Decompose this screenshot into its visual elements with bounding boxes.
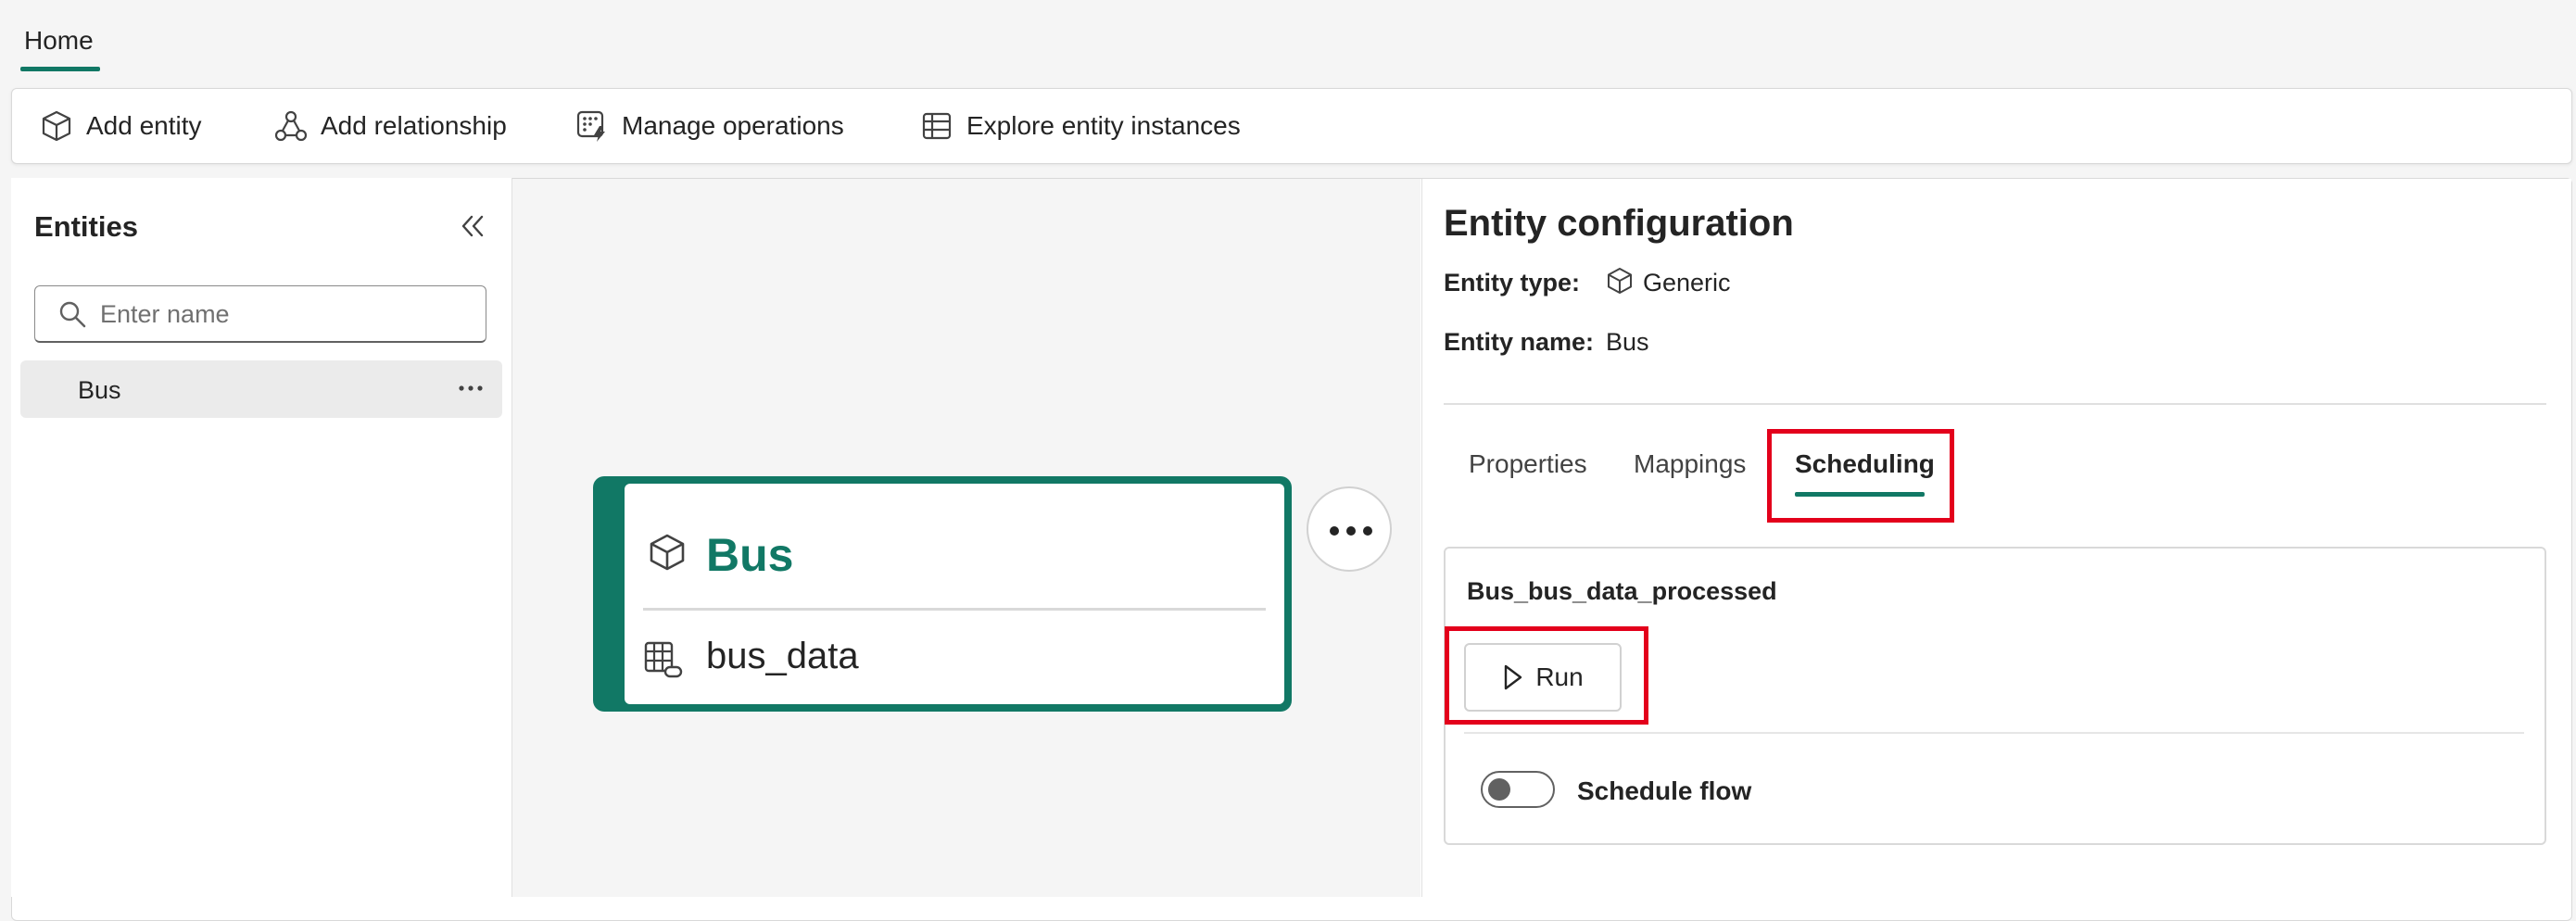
cube-icon [42,110,71,142]
more-options-icon[interactable] [454,373,487,403]
more-options-icon [1330,526,1372,536]
sidebar-item-label: Bus [78,376,121,404]
tab-mappings[interactable]: Mappings [1634,449,1746,479]
entity-node-body: Bus bus_data [625,484,1284,704]
divider [1444,403,2546,405]
entity-node-divider [643,608,1266,611]
schedule-flow-toggle[interactable] [1481,771,1555,808]
search-box [34,285,486,343]
search-icon [59,301,86,328]
highlight-scheduling-tab [1767,429,1954,523]
node-more-button[interactable] [1307,486,1392,572]
schedule-flow-label: Schedule flow [1577,776,1752,805]
relationship-icon [274,110,308,142]
entity-name-value: Bus [1606,328,1649,356]
highlight-run-button [1445,626,1648,725]
tab-home-underline [20,67,100,71]
add-entity-button[interactable]: Add entity [40,89,202,163]
config-title: Entity configuration [1444,203,1794,244]
entities-title: Entities [34,210,138,243]
entity-type-label: Entity type: [1444,269,1581,296]
entity-node-bus[interactable]: Bus bus_data [593,476,1292,712]
add-entity-label: Add entity [86,111,202,140]
toggle-knob [1488,778,1510,801]
add-relationship-button[interactable]: Add relationship [274,89,507,163]
table-icon [922,112,952,140]
add-relationship-label: Add relationship [321,111,507,140]
flow-name: Bus_bus_data_processed [1467,577,1777,605]
cube-icon [650,534,685,571]
divider [1464,732,2524,734]
manage-operations-icon [576,110,605,142]
explore-instances-label: Explore entity instances [966,111,1241,140]
search-input[interactable] [98,294,473,334]
linked-table-icon [644,641,683,678]
toolbar: Add entity Add relationship Manage opera… [11,88,2572,164]
manage-operations-button[interactable]: Manage operations [575,89,844,163]
entity-type-value: Generic [1643,269,1731,296]
entity-node-title: Bus [706,529,794,581]
entity-node-source: bus_data [706,636,859,676]
tab-properties[interactable]: Properties [1469,449,1587,479]
entity-name-label: Entity name: [1444,328,1595,356]
sidebar-item-bus[interactable]: Bus [20,360,502,418]
tab-home[interactable]: Home [24,26,94,56]
explore-instances-button[interactable]: Explore entity instances [920,89,1241,163]
collapse-icon[interactable] [460,211,486,241]
cube-icon [1608,268,1632,294]
manage-operations-label: Manage operations [622,111,844,140]
